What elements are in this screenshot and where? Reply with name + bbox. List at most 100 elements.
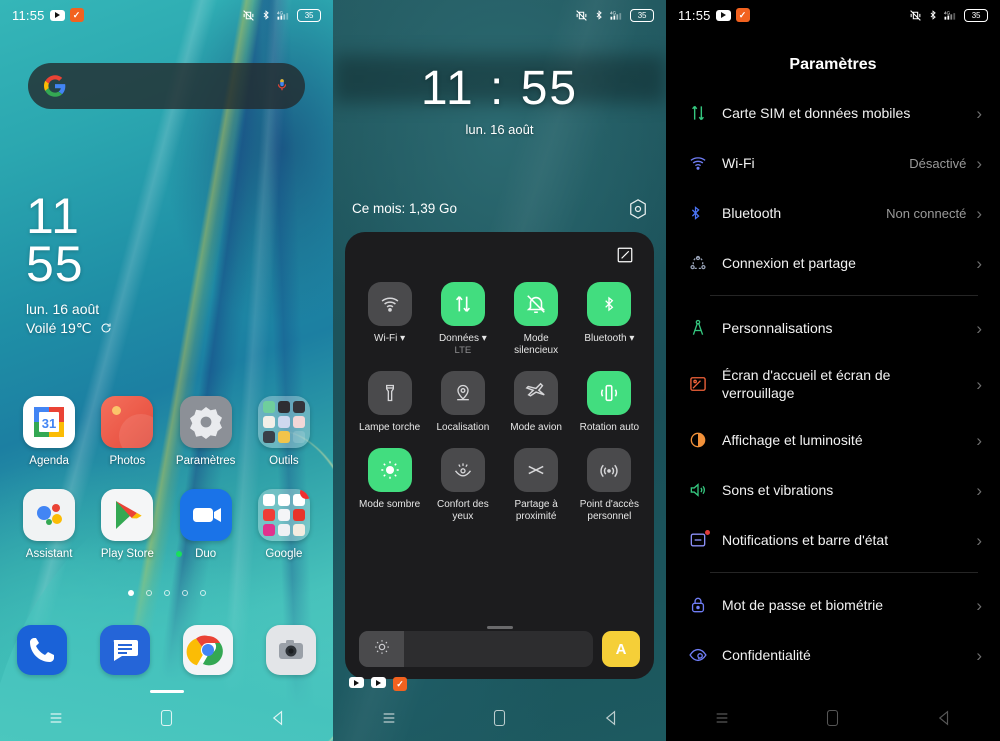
eye-comfort-icon[interactable] <box>440 448 485 492</box>
page-dot-4[interactable] <box>181 590 188 596</box>
settings-item-bluetooth[interactable]: Bluetooth Non connecté › <box>666 188 1000 238</box>
microphone-icon[interactable] <box>275 75 289 97</box>
wifi-icon[interactable] <box>367 282 412 326</box>
tile-flashlight[interactable]: Lampe torche <box>353 371 426 434</box>
rotate-screen-icon[interactable] <box>587 371 632 415</box>
home-icon[interactable] <box>825 709 840 732</box>
back-icon[interactable] <box>271 709 285 731</box>
connection-share-icon <box>688 253 722 273</box>
back-icon[interactable] <box>937 709 951 731</box>
tile-bluetooth[interactable]: Bluetooth ▾ <box>573 282 646 357</box>
status-bar: 4G 35 <box>333 0 666 30</box>
nearby-share-icon[interactable] <box>514 448 559 492</box>
settings-item-label: Mot de passe et biométrie <box>722 597 884 613</box>
hotspot-icon[interactable] <box>587 448 632 492</box>
bell-muted-icon[interactable] <box>514 282 559 326</box>
display-brightness-icon <box>688 430 722 450</box>
settings-item-value: Désactivé <box>909 155 967 171</box>
settings-item-password-biometrics[interactable]: Mot de passe et biométrie › <box>666 580 1000 630</box>
orange-app-icon: ✓ <box>735 8 750 22</box>
settings-item-notifications-statusbar[interactable]: Notifications et barre d'état › <box>666 515 1000 565</box>
app-duo[interactable]: Duo <box>167 489 245 560</box>
tile-location[interactable]: Localisation <box>426 371 499 434</box>
refresh-icon[interactable] <box>100 321 112 337</box>
navigation-bar <box>666 699 1000 741</box>
folder-google-icon <box>257 489 310 541</box>
settings-item-display-brightness[interactable]: Affichage et luminosité › <box>666 415 1000 465</box>
notifications-statusbar-icon <box>688 530 722 550</box>
settings-item-wifi[interactable]: Wi-Fi Désactivé › <box>666 138 1000 188</box>
tile-airplane-mode[interactable]: Mode avion <box>500 371 573 434</box>
divider <box>710 572 978 573</box>
shade-time: 11 : 55 <box>420 62 579 115</box>
page-dot-3[interactable] <box>163 590 170 596</box>
personalization-icon <box>688 318 722 338</box>
mobile-data-icon[interactable] <box>440 282 485 326</box>
dark-mode-icon[interactable] <box>367 448 412 492</box>
app-assistant[interactable]: Assistant <box>10 489 88 560</box>
page-title: Paramètres <box>789 56 877 73</box>
settings-item-sound-vibration[interactable]: Sons et vibrations › <box>666 465 1000 515</box>
tile-sublabel: LTE <box>454 345 472 356</box>
app-parametres[interactable]: Paramètres <box>167 396 245 467</box>
tile-auto-rotate[interactable]: Rotation auto <box>573 371 646 434</box>
settings-item-home-lock-screen[interactable]: Écran d'accueil et écran de verrouillage… <box>666 353 1000 415</box>
settings-item-label: Écran d'accueil et écran de verrouillage <box>722 367 891 401</box>
duo-status-dot <box>175 551 182 557</box>
home-lock-screen-icon <box>688 374 722 394</box>
page-indicator[interactable] <box>0 590 333 596</box>
messages-icon[interactable] <box>99 625 150 675</box>
brightness-track[interactable] <box>359 631 593 667</box>
recents-icon[interactable] <box>714 710 730 731</box>
tile-eye-comfort[interactable]: Confort des yeux <box>426 448 499 523</box>
weather-widget[interactable]: Voilé 19℃ <box>26 320 112 337</box>
tile-label: Mode silencieux <box>514 333 559 356</box>
page-dot-1[interactable] <box>127 590 134 596</box>
flashlight-icon[interactable] <box>367 371 412 415</box>
camera-icon[interactable] <box>266 625 317 675</box>
divider <box>710 295 978 296</box>
bluetooth-icon[interactable] <box>587 282 632 326</box>
edit-pencil-icon[interactable] <box>616 246 634 269</box>
tile-nearby-share[interactable]: Partage à proximité <box>500 448 573 523</box>
chevron-right-icon: › <box>976 374 982 394</box>
settings-hex-icon[interactable] <box>628 198 648 225</box>
page-dot-2[interactable] <box>145 590 152 596</box>
app-folder-outils[interactable]: Outils <box>245 396 323 467</box>
tile-dark-mode[interactable]: Mode sombre <box>353 448 426 523</box>
home-icon[interactable] <box>492 709 507 732</box>
youtube-icon <box>49 9 65 21</box>
chrome-icon[interactable] <box>183 625 234 675</box>
settings-item-connection-share[interactable]: Connexion et partage › <box>666 238 1000 288</box>
settings-item-privacy[interactable]: Confidentialité › <box>666 630 1000 680</box>
brightness-slider[interactable]: A <box>359 631 640 667</box>
page-dot-5[interactable] <box>199 590 206 596</box>
tile-hotspot[interactable]: Point d'accès personnel <box>573 448 646 523</box>
location-pin-icon[interactable] <box>440 371 485 415</box>
back-icon[interactable] <box>604 709 618 731</box>
phone-icon[interactable] <box>16 625 67 675</box>
home-icon[interactable] <box>159 709 174 732</box>
auto-brightness-button[interactable]: A <box>602 631 640 667</box>
airplane-icon[interactable] <box>514 371 559 415</box>
weather-text: Voilé 19℃ <box>26 320 92 336</box>
recents-icon[interactable] <box>48 710 64 731</box>
tile-silent-mode[interactable]: Mode silencieux <box>500 282 573 357</box>
app-label: Duo <box>195 548 217 560</box>
chevron-right-icon: › <box>976 595 982 615</box>
app-folder-google[interactable]: Google <box>245 489 323 560</box>
settings-item-personalizations[interactable]: Personnalisations › <box>666 303 1000 353</box>
tile-mobile-data[interactable]: Données ▾ LTE <box>426 282 499 357</box>
dock <box>0 625 333 675</box>
recents-icon[interactable] <box>381 710 397 731</box>
clock-date: lun. 16 août <box>26 301 100 317</box>
tile-wifi[interactable]: Wi-Fi ▾ <box>353 282 426 357</box>
settings-item-sim[interactable]: Carte SIM et données mobiles › <box>666 88 1000 138</box>
drag-handle[interactable] <box>486 626 513 629</box>
google-search-bar[interactable] <box>28 63 305 109</box>
app-photos[interactable]: Photos <box>88 396 166 467</box>
app-agenda[interactable]: 31 Agenda <box>10 396 88 467</box>
app-play-store[interactable]: Play Store <box>88 489 166 560</box>
clock-widget[interactable]: 11 55 lun. 16 août Voilé 19℃ <box>26 191 112 337</box>
settings-item-label: Wi-Fi <box>722 155 755 171</box>
